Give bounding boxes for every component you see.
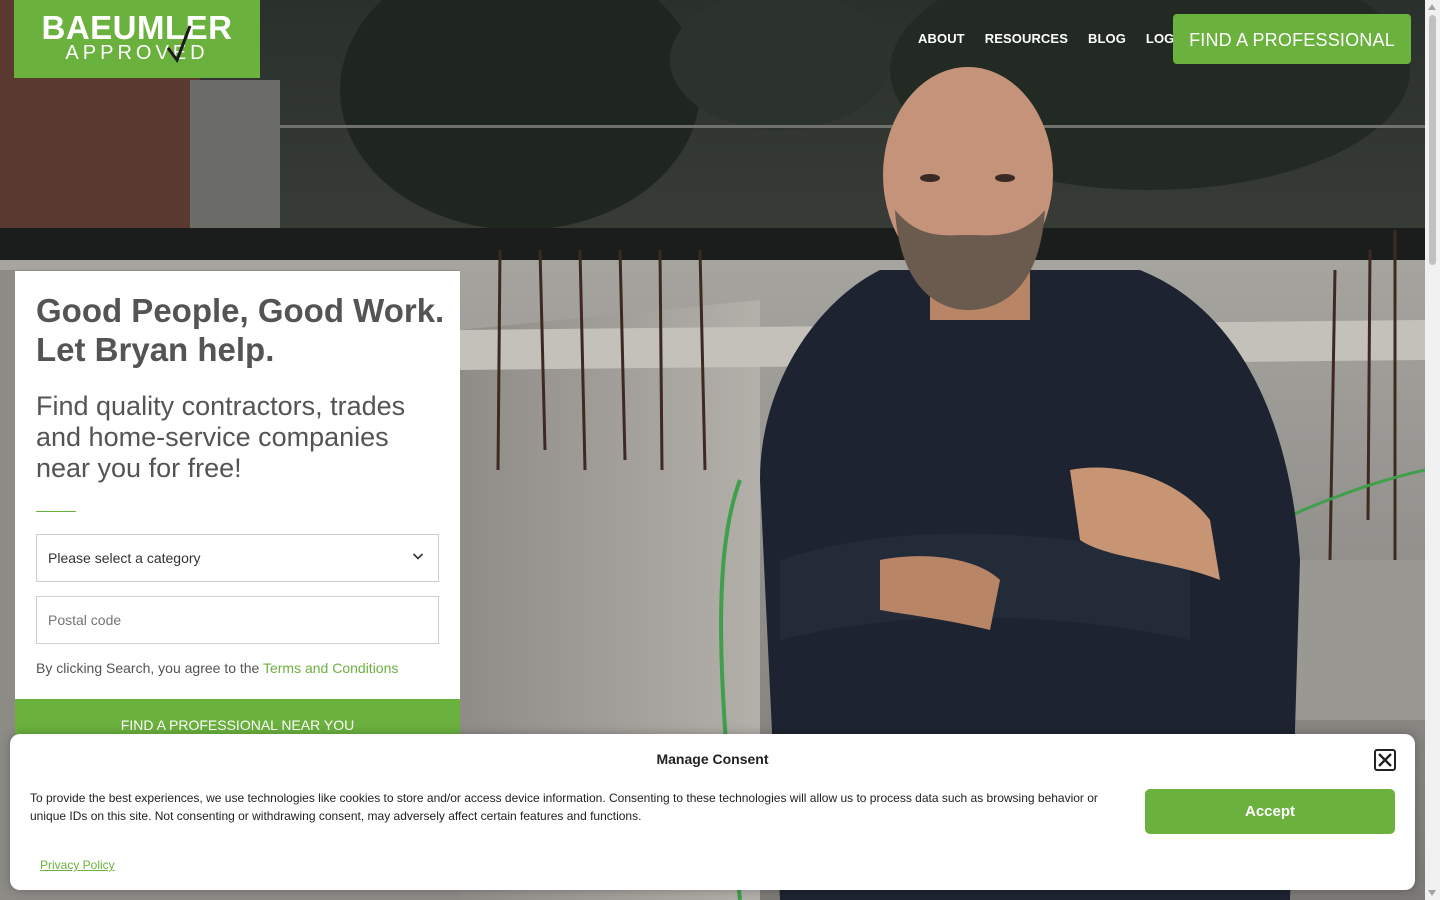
terms-notice: By clicking Search, you agree to the Ter… [36,659,398,677]
main-navigation: ABOUT RESOURCES BLOG LOGIN [918,30,1208,48]
consent-title: Manage Consent [656,751,769,767]
terms-text: By clicking Search, you agree to the [36,660,263,676]
checkmark-icon [166,25,192,64]
postal-code-input[interactable] [36,596,439,644]
chevron-down-icon [412,553,424,560]
nav-link-resources[interactable]: RESOURCES [985,30,1068,48]
privacy-policy-link[interactable]: Privacy Policy [40,857,115,873]
find-a-professional-button[interactable]: FIND A PROFESSIONAL [1173,14,1411,64]
consent-banner: Manage Consent To provide the best exper… [10,734,1415,890]
scroll-thumb[interactable] [1429,15,1436,265]
scroll-down-arrow-icon[interactable] [1428,890,1436,896]
close-consent-button[interactable] [1374,749,1396,771]
search-card: Good People, Good Work. Let Bryan help. … [15,271,460,751]
category-select-value: Please select a category [48,550,201,566]
accent-divider [36,511,76,512]
nav-link-about[interactable]: ABOUT [918,30,965,48]
logo-wordmark-bottom: APPROVED [65,42,209,64]
nav-link-blog[interactable]: BLOG [1088,30,1126,48]
brand-logo[interactable]: BAEUMLER APPROVED [14,0,260,78]
page-scrollbar[interactable] [1425,0,1440,900]
category-select[interactable]: Please select a category [36,534,439,582]
scroll-up-arrow-icon[interactable] [1428,4,1436,10]
hero-headline: Good People, Good Work. Let Bryan help. [36,292,445,368]
terms-link[interactable]: Terms and Conditions [263,660,398,676]
accept-button[interactable]: Accept [1145,789,1395,834]
logo-wordmark-top: BAEUMLER [41,9,233,46]
consent-body: To provide the best experiences, we use … [30,791,1098,823]
close-icon [1378,753,1392,767]
hero-subheadline: Find quality contractors, trades and hom… [36,391,406,483]
